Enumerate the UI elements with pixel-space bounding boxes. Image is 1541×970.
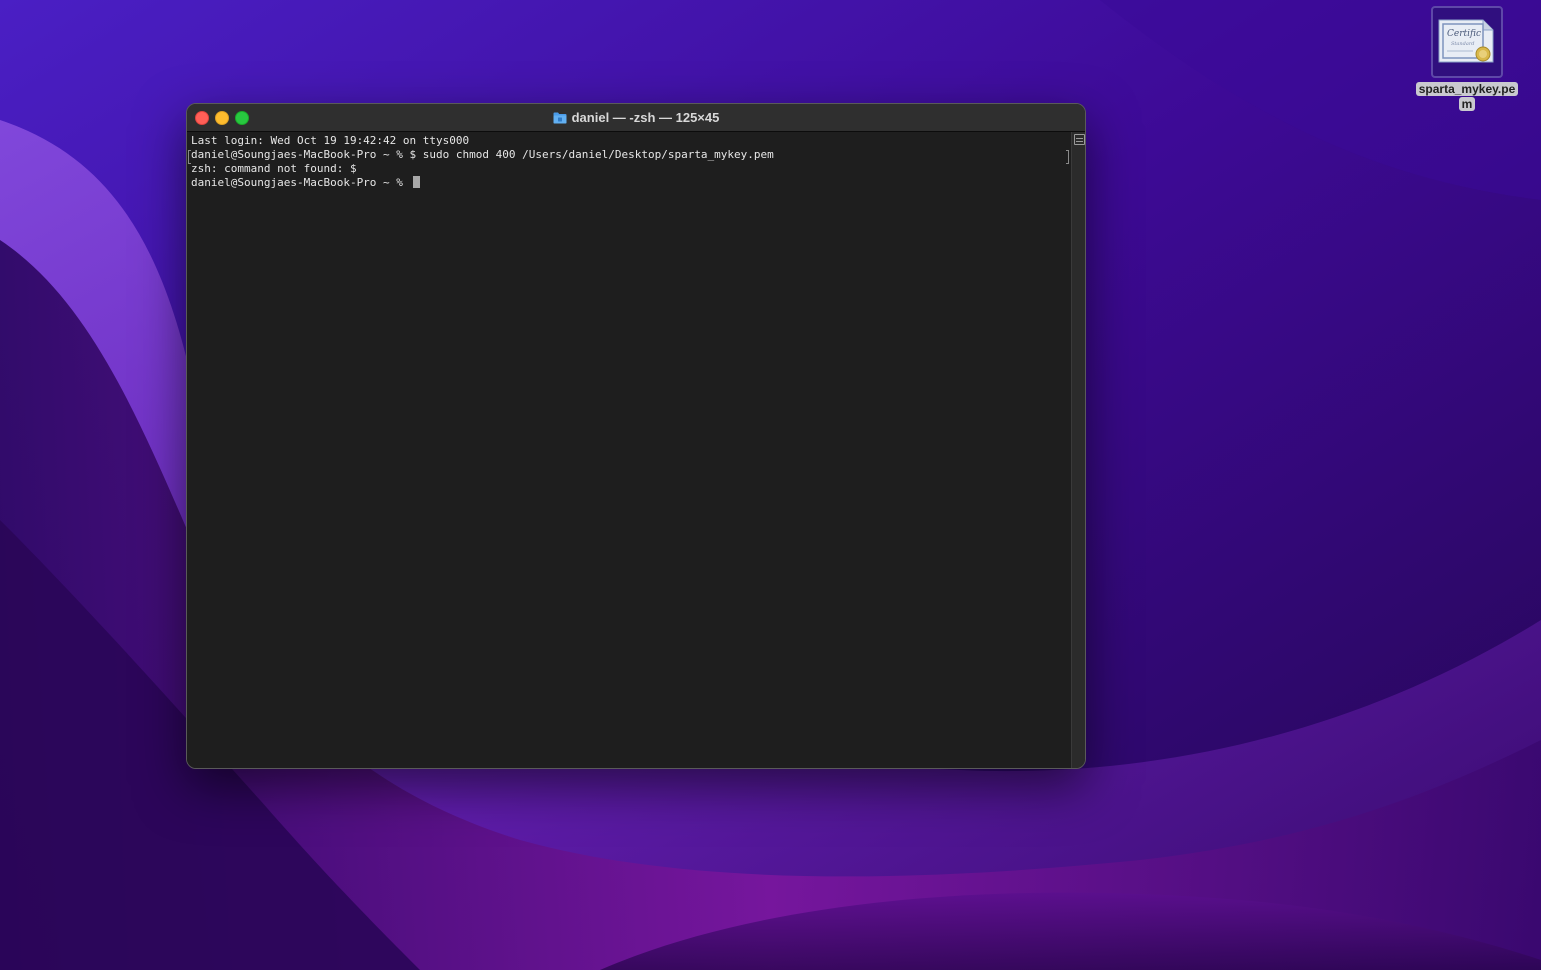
terminal-line-command: daniel@Soungjaes-MacBook-Pro ~ % $ sudo …	[191, 148, 774, 161]
file-name-line-1: sparta_mykey.pe	[1415, 82, 1519, 96]
command-mark-right	[1066, 150, 1069, 164]
file-name-label: sparta_mykey.pe m	[1415, 82, 1519, 112]
folder-icon	[553, 112, 567, 123]
title-bar[interactable]: daniel — -zsh — 125×45	[187, 104, 1085, 132]
terminal-prompt: daniel@Soungjaes-MacBook-Pro ~ %	[191, 176, 410, 189]
desktop-file-pem[interactable]: Certific Standard sparta_mykey.pe m	[1408, 6, 1526, 113]
split-pane-icon[interactable]	[1074, 134, 1085, 145]
window-title: daniel — -zsh — 125×45	[571, 110, 720, 125]
terminal-output: Last login: Wed Oct 19 19:42:42 on ttys0…	[191, 134, 774, 190]
svg-text:Certific: Certific	[1447, 29, 1481, 39]
desktop: Certific Standard sparta_mykey.pe m dani…	[0, 0, 1541, 970]
certificate-icon: Certific Standard	[1431, 6, 1503, 78]
terminal-line-error: zsh: command not found: $	[191, 162, 357, 175]
svg-text:Standard: Standard	[1451, 41, 1474, 47]
terminal-window[interactable]: daniel — -zsh — 125×45 Last login: Wed O…	[186, 103, 1086, 769]
terminal-line-login: Last login: Wed Oct 19 19:42:42 on ttys0…	[191, 134, 470, 147]
terminal-prompt-line[interactable]: daniel@Soungjaes-MacBook-Pro ~ %	[191, 176, 774, 190]
scrollbar[interactable]	[1071, 132, 1085, 768]
file-name-line-2: m	[1458, 97, 1476, 111]
text-cursor	[412, 176, 420, 188]
terminal-content[interactable]: Last login: Wed Oct 19 19:42:42 on ttys0…	[187, 132, 1071, 768]
